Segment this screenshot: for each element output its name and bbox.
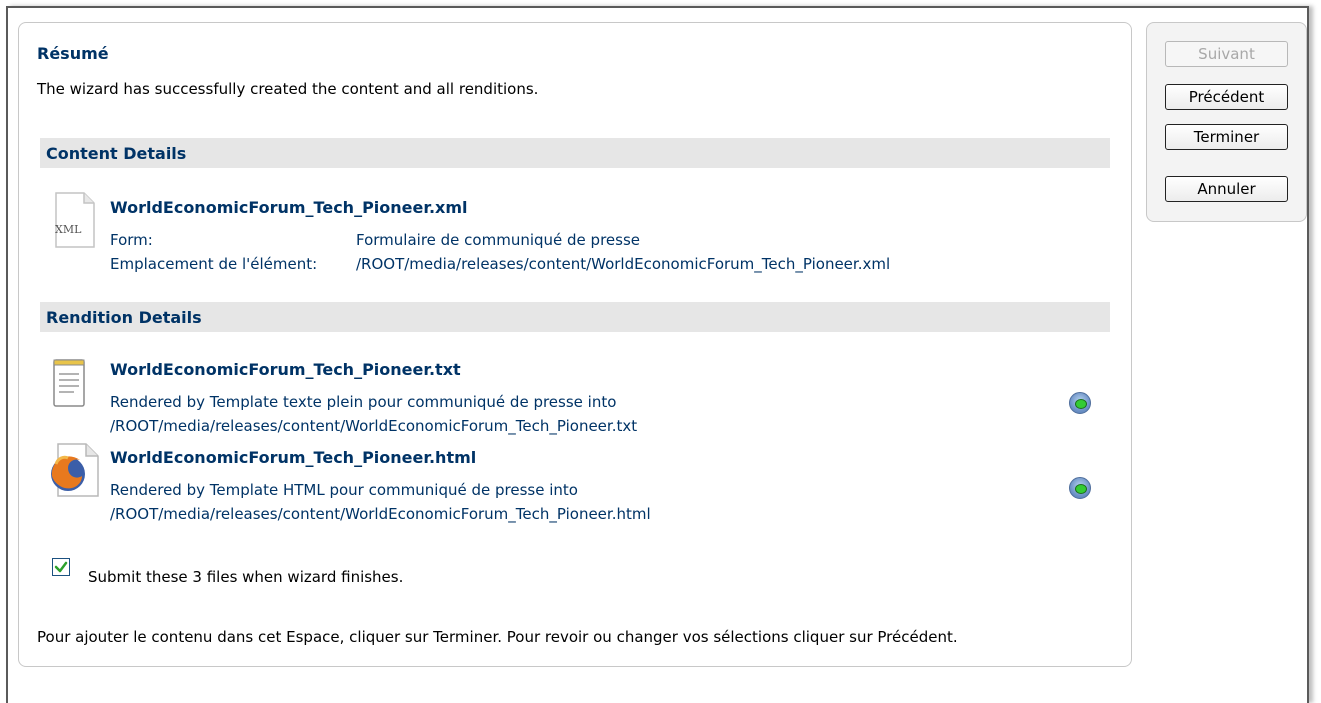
intro-text: The wizard has successfully created the … [37, 80, 539, 98]
next-button[interactable]: Suivant [1165, 41, 1288, 67]
check-icon [54, 561, 68, 573]
rendition-rendered-by-html: Rendered by Template HTML pour communiqu… [110, 481, 578, 499]
html-file-icon [51, 443, 99, 497]
preview-eye-icon[interactable] [1069, 477, 1091, 499]
finish-button[interactable]: Terminer [1165, 124, 1288, 150]
previous-button[interactable]: Précédent [1165, 84, 1288, 110]
form-value: Formulaire de communiqué de presse [356, 231, 640, 249]
submit-label: Submit these 3 files when wizard finishe… [88, 568, 404, 586]
rendition-details-heading: Rendition Details [46, 307, 202, 327]
cancel-button[interactable]: Annuler [1165, 176, 1288, 202]
wizard-button-panel: Suivant Précédent Terminer Annuler [1146, 22, 1307, 222]
location-value: /ROOT/media/releases/content/WorldEconom… [356, 255, 891, 273]
preview-eye-icon[interactable] [1069, 392, 1091, 414]
rendition-rendered-by-txt: Rendered by Template texte plein pour co… [110, 393, 617, 411]
rendition-path-html: /ROOT/media/releases/content/WorldEconom… [110, 505, 651, 523]
xml-file-icon: XML [55, 192, 95, 248]
submit-checkbox[interactable] [52, 558, 70, 576]
rendition-details-header: Rendition Details [40, 302, 1110, 332]
footer-note: Pour ajouter le contenu dans cet Espace,… [37, 628, 958, 646]
text-file-icon [53, 359, 85, 407]
page-title: Résumé [37, 44, 109, 63]
rendition-file-name-txt[interactable]: WorldEconomicForum_Tech_Pioneer.txt [110, 360, 461, 379]
content-file-name[interactable]: WorldEconomicForum_Tech_Pioneer.xml [110, 198, 468, 217]
form-label: Form: [110, 231, 153, 249]
content-details-heading: Content Details [46, 143, 187, 163]
location-label: Emplacement de l'élément: [110, 255, 318, 273]
svg-text:XML: XML [55, 223, 82, 236]
content-details-header: Content Details [40, 138, 1110, 168]
rendition-path-txt: /ROOT/media/releases/content/WorldEconom… [110, 417, 638, 435]
rendition-file-name-html[interactable]: WorldEconomicForum_Tech_Pioneer.html [110, 448, 476, 467]
